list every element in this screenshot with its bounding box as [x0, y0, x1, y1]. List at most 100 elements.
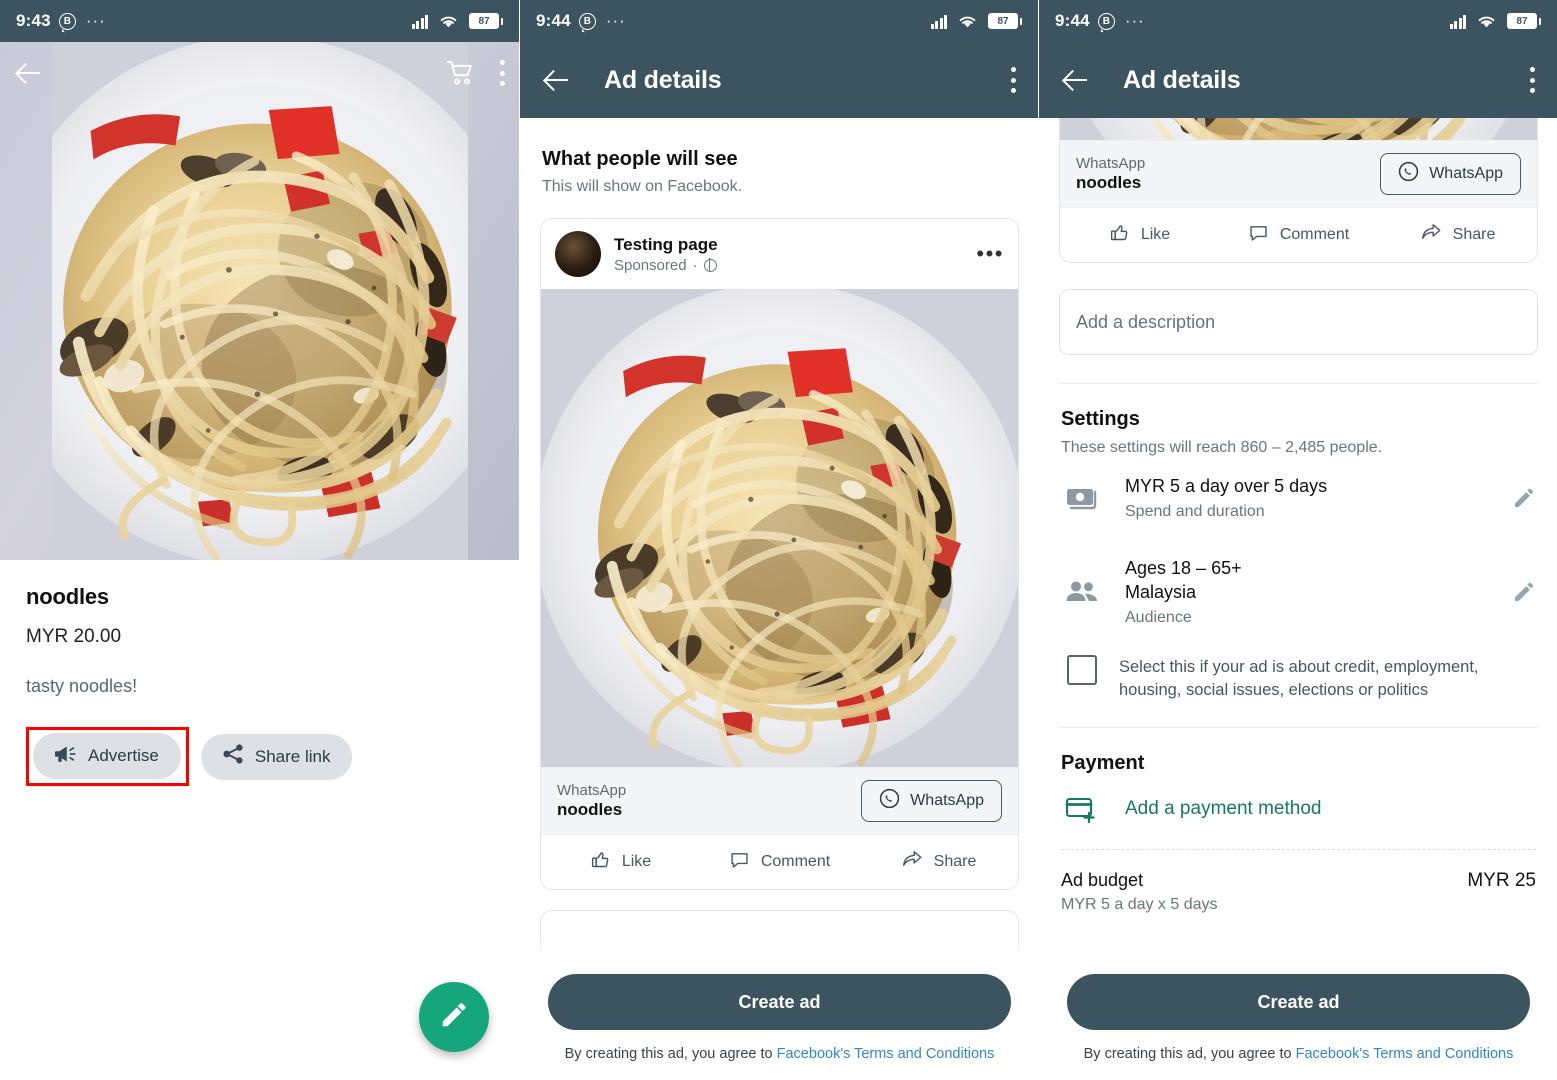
settings-heading: Settings — [1061, 408, 1140, 430]
post-actions-row: Like Comment Share — [1060, 207, 1537, 262]
create-ad-button[interactable]: Create ad — [1067, 974, 1530, 1030]
description-field-partial[interactable] — [540, 910, 1019, 958]
like-action[interactable]: Like — [541, 849, 700, 875]
ad-preview-scroll-area[interactable]: What people will see This will show on F… — [520, 118, 1038, 1080]
share-action[interactable]: Share — [1378, 222, 1537, 248]
status-bar-panel1: 9:43 B ··· 87 — [0, 0, 519, 42]
description-input[interactable]: Add a description — [1059, 289, 1538, 355]
comment-label: Comment — [760, 853, 831, 870]
overflow-menu-icon[interactable] — [499, 60, 505, 86]
setting-row-spend[interactable]: MYR 5 a day over 5 days Spend and durati… — [1039, 457, 1557, 539]
product-info: noodles MYR 20.00 tasty noodles! Adverti… — [0, 560, 519, 786]
pencil-icon[interactable] — [1512, 580, 1536, 604]
product-title: noodles — [26, 584, 109, 609]
notification-dots-icon: ··· — [1124, 11, 1145, 30]
terms-link[interactable]: Facebook's Terms and Conditions — [1296, 1046, 1514, 1062]
sponsored-label: Sponsored — [614, 256, 687, 274]
overflow-menu-icon[interactable] — [1010, 67, 1016, 93]
cta-text: WhatsApp noodles — [557, 782, 626, 820]
status-bar-right: 87 — [930, 13, 1022, 29]
product-photo — [52, 42, 468, 560]
status-bar-left: 9:43 B ··· — [16, 11, 106, 31]
card-add-icon — [1061, 795, 1103, 824]
battery-level: 87 — [1507, 13, 1537, 29]
messenger-badge-icon: B — [58, 12, 76, 30]
ellipsis-icon[interactable]: ••• — [976, 243, 1004, 265]
whatsapp-cta-button[interactable]: WhatsApp — [861, 780, 1002, 822]
add-payment-method-link[interactable]: Add a payment method — [1125, 798, 1321, 820]
share-link-button[interactable]: Share link — [200, 733, 353, 780]
back-arrow-icon[interactable] — [1061, 65, 1091, 95]
whatsapp-icon — [879, 788, 900, 814]
terms-link[interactable]: Facebook's Terms and Conditions — [777, 1046, 995, 1062]
overflow-menu-icon[interactable] — [1529, 67, 1535, 93]
special-category-checkbox[interactable] — [1067, 654, 1097, 685]
ad-budget-row: Ad budget MYR 5 a day x 5 days MYR 25 — [1039, 850, 1557, 914]
special-category-row[interactable]: Select this if your ad is about credit, … — [1039, 645, 1557, 724]
pencil-icon[interactable] — [1512, 486, 1536, 510]
status-bar-right: 87 — [411, 13, 503, 29]
thumbs-up-icon — [1109, 222, 1130, 248]
page-title: Ad details — [604, 65, 722, 94]
status-bar-left: 9:44 B ··· — [536, 11, 626, 31]
comment-action[interactable]: Comment — [1219, 222, 1378, 248]
sponsored-row: Sponsored · — [614, 257, 718, 274]
app-bar-panel3: Ad details — [1039, 42, 1557, 118]
post-photo — [541, 289, 1018, 767]
facebook-post-preview-card: Testing page Sponsored · ••• WhatsApp no… — [540, 218, 1019, 890]
thumbs-up-icon — [590, 849, 611, 875]
share-link-button-label: Share link — [254, 746, 331, 766]
setting-audience-text: Ages 18 – 65+ Malaysia Audience — [1125, 557, 1490, 627]
product-photo-hero — [0, 42, 519, 560]
special-category-label: Select this if your ad is about credit, … — [1119, 657, 1479, 699]
globe-icon — [703, 258, 717, 272]
facebook-post-preview-card-partial: WhatsApp noodles WhatsApp Like Comment S… — [1059, 118, 1538, 263]
advertise-button[interactable]: Advertise — [33, 733, 181, 779]
post-cta-bar: WhatsApp noodles WhatsApp — [1060, 140, 1537, 207]
battery-icon: 87 — [469, 13, 503, 29]
panel-ad-details-preview: 9:44 B ··· 87 Ad details What people wil… — [519, 0, 1038, 1080]
status-time: 9:44 — [1055, 11, 1090, 30]
battery-icon: 87 — [988, 13, 1022, 29]
panel-product-detail: 9:43 B ··· 87 noodles MYR 20.00 tasty no… — [0, 0, 519, 1080]
whatsapp-cta-label: WhatsApp — [910, 792, 984, 809]
whatsapp-cta-label: WhatsApp — [1429, 165, 1503, 182]
shopping-cart-icon[interactable] — [447, 60, 475, 86]
preview-section-subtitle: This will show on Facebook. — [542, 178, 743, 195]
terms-note: By creating this ad, you agree to Facebo… — [1067, 1046, 1530, 1062]
setting-row-audience[interactable]: Ages 18 – 65+ Malaysia Audience — [1039, 539, 1557, 645]
whatsapp-cta-button[interactable]: WhatsApp — [1380, 153, 1521, 195]
back-arrow-icon[interactable] — [542, 65, 572, 95]
messenger-badge-icon: B — [1097, 12, 1115, 30]
like-label: Like — [1140, 226, 1171, 243]
setting-audience-ages: Ages 18 – 65+ — [1125, 557, 1242, 578]
product-top-bar-actions — [447, 60, 505, 86]
ad-settings-scroll-area[interactable]: WhatsApp noodles WhatsApp Like Comment S… — [1039, 118, 1557, 1080]
comment-icon — [1248, 222, 1269, 248]
like-action[interactable]: Like — [1060, 222, 1219, 248]
share-action[interactable]: Share — [859, 849, 1018, 875]
add-payment-method-row[interactable]: Add a payment method — [1039, 775, 1557, 824]
payment-heading: Payment — [1061, 752, 1145, 775]
app-bar-panel2: Ad details — [520, 42, 1038, 118]
status-time: 9:44 — [536, 11, 571, 30]
post-header: Testing page Sponsored · ••• — [541, 219, 1018, 289]
edit-fab-button[interactable] — [419, 982, 489, 1052]
post-photo-bottom-edge — [1060, 118, 1537, 140]
people-icon — [1061, 579, 1103, 605]
three-panel-screenshot: 9:43 B ··· 87 noodles MYR 20.00 tasty no… — [0, 0, 1557, 1080]
battery-level: 87 — [988, 13, 1018, 29]
cta-channel-label: WhatsApp — [1076, 155, 1146, 172]
battery-level: 87 — [469, 13, 499, 29]
signal-icon — [1449, 14, 1466, 29]
battery-icon: 87 — [1507, 13, 1541, 29]
create-ad-button[interactable]: Create ad — [548, 974, 1011, 1030]
setting-audience-location: Malaysia — [1125, 581, 1197, 602]
comment-icon — [729, 849, 750, 875]
back-arrow-icon[interactable] — [14, 58, 44, 88]
cta-headline: noodles — [557, 800, 623, 819]
post-cta-bar: WhatsApp noodles WhatsApp — [541, 767, 1018, 834]
comment-action[interactable]: Comment — [700, 849, 859, 875]
money-icon — [1061, 483, 1103, 513]
share-label: Share — [933, 853, 977, 870]
